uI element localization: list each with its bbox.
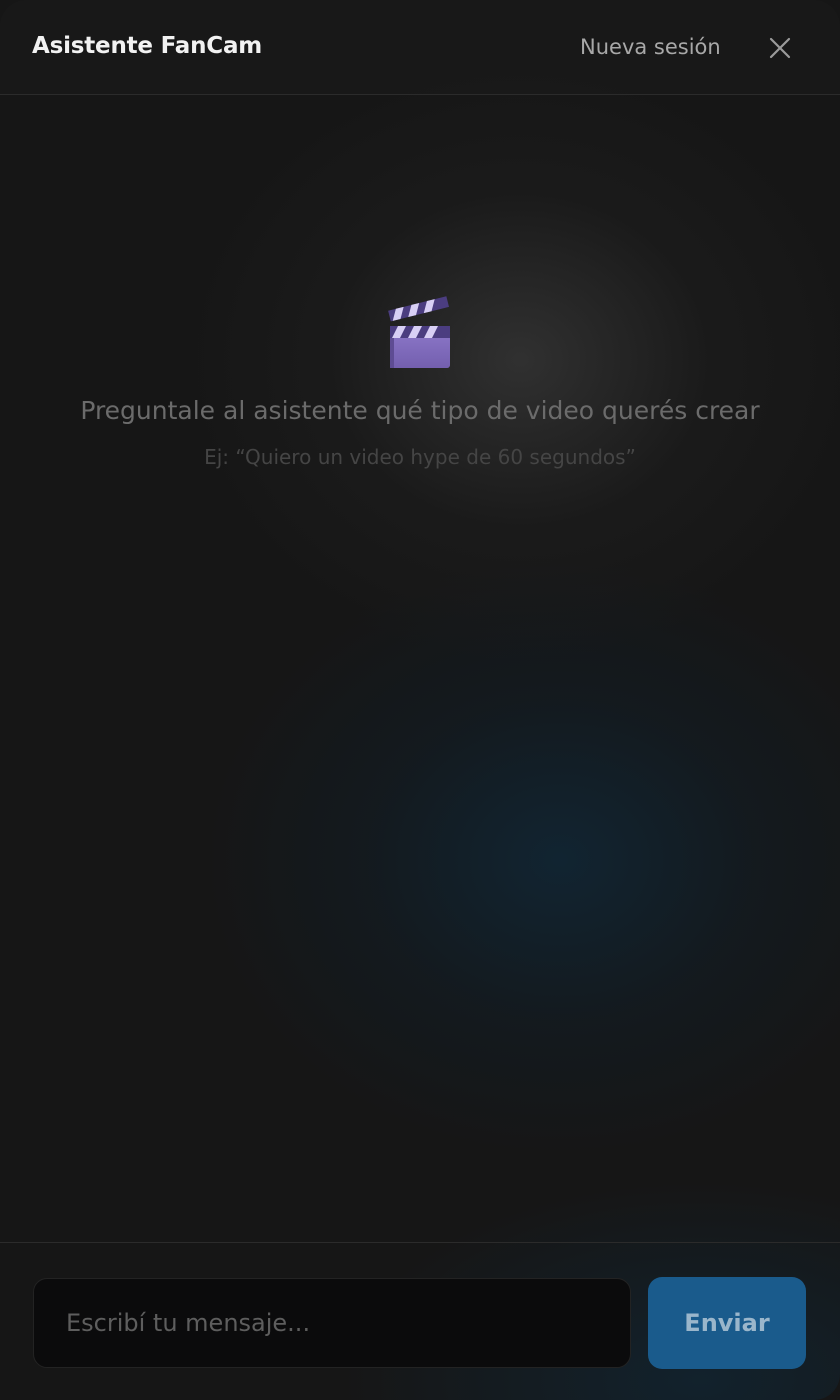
clapperboard-icon [388,296,450,368]
close-button[interactable] [760,28,800,68]
assistant-panel: Asistente FanCam Nueva sesión Preguntale… [0,0,840,1400]
panel-title: Asistente FanCam [32,33,263,59]
empty-state-example: Ej: “Quiero un video hype de 60 segundos… [204,445,636,469]
panel-header: Asistente FanCam Nueva sesión [0,0,840,95]
send-button[interactable]: Enviar [648,1277,806,1369]
composer: Enviar [0,1242,840,1400]
new-session-button[interactable]: Nueva sesión [580,35,721,59]
close-icon [769,37,791,59]
empty-state-prompt: Preguntale al asistente qué tipo de vide… [80,396,760,425]
message-input[interactable] [33,1278,631,1368]
